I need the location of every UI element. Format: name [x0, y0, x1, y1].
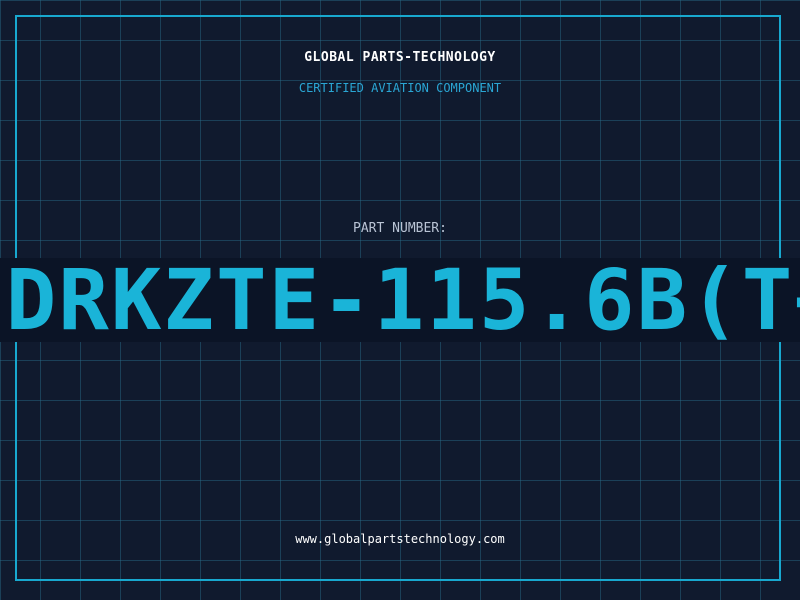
part-number-band: Z/DRKZTE-115.6B(T+R: [0, 258, 800, 342]
website-url: www.globalpartstechnology.com: [295, 532, 505, 546]
label-canvas: GLOBAL PARTS-TECHNOLOGY CERTIFIED AVIATI…: [0, 0, 800, 600]
part-number-label: PART NUMBER:: [353, 221, 447, 236]
certification-tagline: CERTIFIED AVIATION COMPONENT: [298, 81, 502, 95]
part-number-value: Z/DRKZTE-115.6B(T+R: [0, 258, 800, 342]
company-name: GLOBAL PARTS-TECHNOLOGY: [304, 50, 496, 65]
